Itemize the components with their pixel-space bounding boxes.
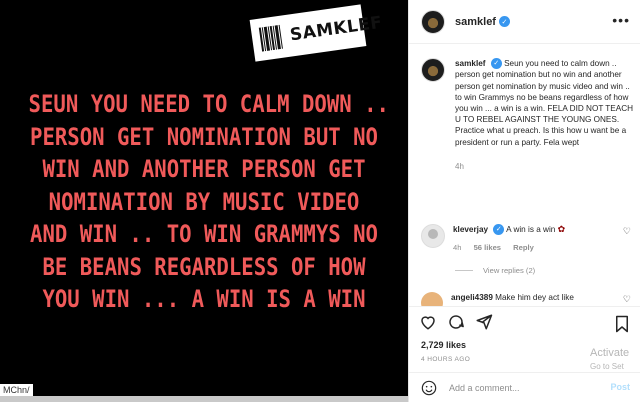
comment-input[interactable] bbox=[447, 381, 601, 394]
activate-windows-watermark: Activate Go to Set bbox=[590, 346, 640, 374]
caption-text: Seun you need to calm down .. person get… bbox=[455, 59, 634, 147]
header-username[interactable]: samklef bbox=[455, 16, 496, 28]
view-replies-button[interactable]: View replies (2) bbox=[455, 266, 535, 275]
comment-text: A win is a win bbox=[506, 225, 556, 234]
verified-badge-icon: ✓ bbox=[498, 16, 510, 27]
verified-badge-icon: ✓ bbox=[493, 224, 505, 236]
post-timestamp[interactable]: 4 HOURS AGO bbox=[421, 356, 470, 363]
comment-body: kleverjay ✓ A win is a win ✿ bbox=[453, 224, 566, 236]
post-sidebar: samklef ✓ ••• samklef ✓ Seun you need to… bbox=[408, 0, 640, 402]
verified-badge-icon: ✓ bbox=[490, 58, 502, 70]
image-quote-text: SEUN YOU NEED TO CALM DOWN .. PERSON GET… bbox=[28, 90, 389, 313]
tag-text: SAMKLEF bbox=[288, 12, 384, 46]
share-icon[interactable] bbox=[475, 313, 493, 331]
likes-count[interactable]: 2,729 likes bbox=[421, 340, 466, 350]
taskbar-strip bbox=[0, 396, 408, 402]
watermark-line1: Activate bbox=[590, 347, 630, 359]
comment-like-heart-icon[interactable]: ♡ bbox=[623, 294, 631, 305]
watermark-line2: Go to Set bbox=[590, 362, 624, 371]
comment-likes[interactable]: 56 likes bbox=[474, 243, 501, 252]
ribbon-emoji-icon: ✿ bbox=[557, 224, 566, 234]
comment-username[interactable]: angeli4389 bbox=[451, 293, 493, 302]
url-fragment: MChn/ bbox=[0, 384, 33, 396]
comment-username[interactable]: kleverjay bbox=[453, 225, 488, 234]
add-comment-bar: Post bbox=[409, 372, 640, 402]
caption-avatar[interactable] bbox=[421, 58, 445, 82]
commenter-avatar[interactable] bbox=[421, 224, 445, 248]
like-heart-icon[interactable] bbox=[419, 313, 437, 331]
bookmark-icon[interactable] bbox=[614, 315, 630, 333]
post-image[interactable]: SAMKLEF SEUN YOU NEED TO CALM DOWN .. PE… bbox=[0, 0, 408, 402]
avatar[interactable] bbox=[421, 9, 445, 34]
caption-body: samklef ✓ Seun you need to calm down .. … bbox=[455, 58, 635, 148]
caption-username[interactable]: samklef bbox=[455, 59, 486, 68]
caption: samklef ✓ Seun you need to calm down .. … bbox=[421, 58, 635, 171]
comment-like-heart-icon[interactable]: ♡ bbox=[623, 226, 631, 237]
post-comment-button[interactable]: Post bbox=[610, 382, 630, 392]
comment-meta: 4h 56 likes Reply bbox=[453, 243, 565, 252]
replies-divider bbox=[455, 270, 473, 271]
comment-item: kleverjay ✓ A win is a win ✿ 4h 56 likes… bbox=[421, 224, 631, 252]
caption-time[interactable]: 4h bbox=[455, 162, 635, 171]
instagram-post: SAMKLEF SEUN YOU NEED TO CALM DOWN .. PE… bbox=[0, 0, 640, 402]
emoji-icon[interactable] bbox=[421, 380, 437, 396]
barcode-icon bbox=[258, 24, 284, 52]
view-replies-label: View replies (2) bbox=[483, 266, 536, 275]
comment-text: Make him dey act like bbox=[495, 293, 574, 302]
reply-button[interactable]: Reply bbox=[513, 243, 534, 252]
samklef-tag: SAMKLEF bbox=[249, 4, 384, 62]
comment-time[interactable]: 4h bbox=[453, 243, 461, 252]
comment-icon[interactable] bbox=[447, 313, 465, 331]
more-options-icon[interactable]: ••• bbox=[612, 12, 630, 28]
action-bar bbox=[409, 306, 640, 342]
post-header: samklef ✓ ••• bbox=[409, 0, 640, 44]
